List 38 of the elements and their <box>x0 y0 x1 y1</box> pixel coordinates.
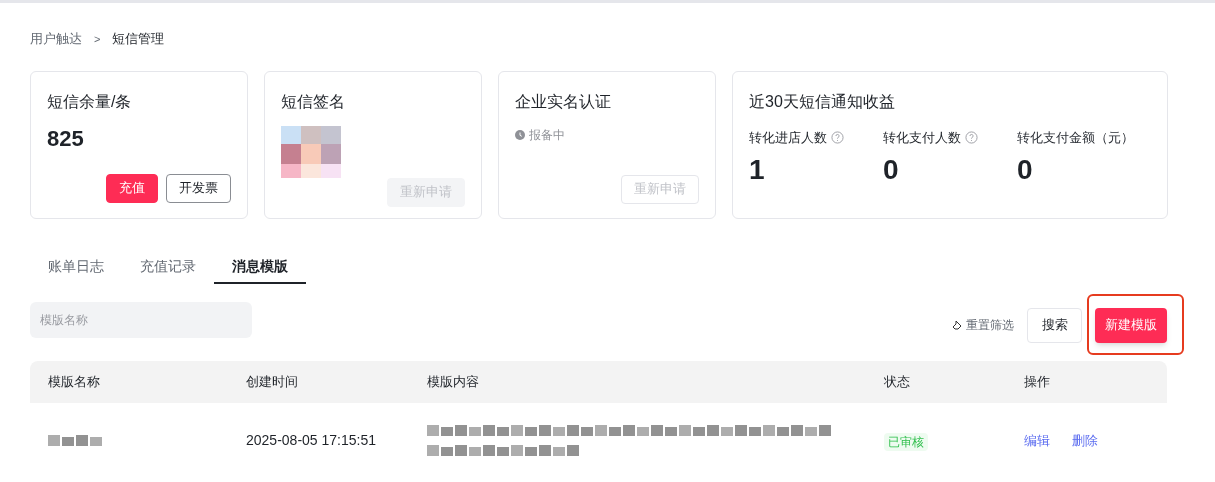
stat-label: 转化进店人数 <box>749 128 828 147</box>
column-header: 创建时间 <box>246 372 299 391</box>
card-title: 近30天短信通知收益 <box>749 91 896 112</box>
help-icon <box>965 130 978 144</box>
column-header: 模版内容 <box>427 372 480 391</box>
column-header: 操作 <box>1024 372 1051 391</box>
tab[interactable]: 账单日志 <box>30 250 122 284</box>
tab[interactable]: 消息模版 <box>214 250 306 284</box>
status-tag: 已审核 <box>884 432 928 451</box>
reset-filter-button[interactable]: 重置筛选 <box>952 316 1014 334</box>
card-title: 企业实名认证 <box>515 91 612 112</box>
action-link[interactable]: 删除 <box>1072 430 1098 451</box>
new-template-button[interactable]: 新建模版 <box>1095 307 1167 343</box>
eraser-icon <box>952 320 962 330</box>
card-button[interactable]: 充值 <box>106 173 158 203</box>
card-title: 短信签名 <box>281 91 346 112</box>
breadcrumb-item[interactable]: 用户触达 <box>30 29 82 49</box>
table-cell-text: 2025-08-05 17:15:51 <box>246 431 377 450</box>
stat-value: 1 <box>749 153 766 187</box>
balance-value: 825 <box>47 124 85 153</box>
column-header: 模版名称 <box>48 372 101 391</box>
action-link[interactable]: 编辑 <box>1024 430 1050 451</box>
card-title: 短信余量/条 <box>47 91 133 112</box>
tab[interactable]: 充值记录 <box>122 250 214 284</box>
redacted-text-drawing <box>48 433 104 448</box>
search-button[interactable]: 搜索 <box>1027 307 1082 343</box>
stat-value: 0 <box>883 153 900 187</box>
breadcrumb-separator: > <box>94 31 101 47</box>
card-button[interactable]: 开发票 <box>166 173 231 203</box>
stat-label: 转化支付人数 <box>883 128 962 147</box>
clock-icon <box>515 129 525 140</box>
search-field[interactable]: 模版名称 <box>30 301 252 338</box>
stat-label: 转化支付金额（元） <box>1017 128 1134 147</box>
status-text: 报备中 <box>529 126 565 144</box>
column-header: 状态 <box>884 372 911 391</box>
breadcrumb-item: 短信管理 <box>112 30 165 48</box>
stat-value: 0 <box>1017 153 1034 187</box>
help-icon <box>831 130 844 144</box>
